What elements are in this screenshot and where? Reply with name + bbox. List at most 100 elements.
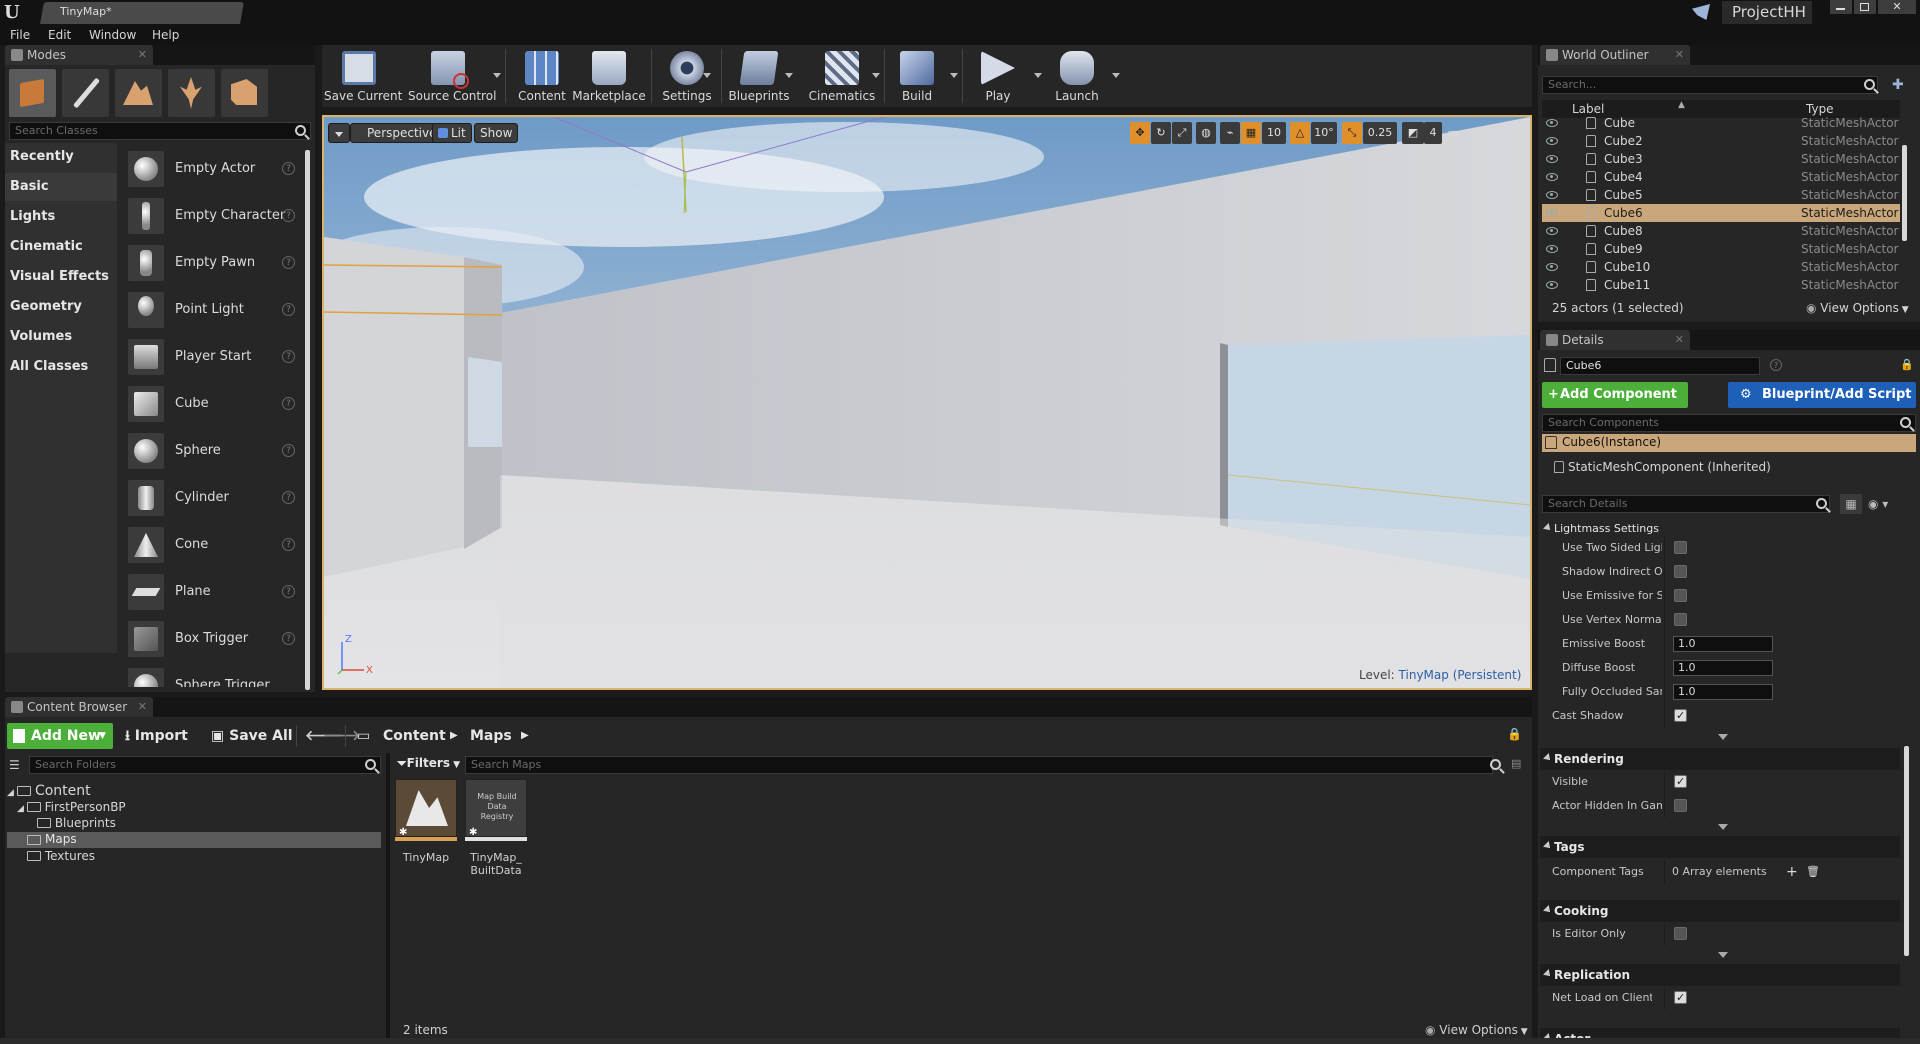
visibility-eye-icon[interactable] [1546,209,1558,217]
tree-maps[interactable]: Maps [7,832,381,848]
tree-firstpersonbp[interactable]: ◢ FirstPersonBP [17,800,126,814]
menu-edit[interactable]: Edit [48,26,71,44]
category-basic[interactable]: Basic [5,173,117,201]
close-icon[interactable]: ✕ [1675,330,1684,350]
visibility-eye-icon[interactable] [1546,119,1558,127]
actor-help-icon[interactable]: ? [1770,359,1782,371]
menu-window[interactable]: Window [89,26,136,44]
lit-view-mode-button[interactable]: Lit [432,123,472,143]
visible-checkbox[interactable] [1674,770,1687,794]
tree-content[interactable]: ◢ Content [7,783,91,799]
trash-icon[interactable]: 🗑 [1806,860,1820,884]
content-view-options-button[interactable]: ◉ View Options ▼ [1425,1023,1528,1037]
actor-hidden-in-game-checkbox[interactable] [1674,799,1687,812]
search-folders-input[interactable]: Search Folders [29,756,381,774]
place-item-empty-actor[interactable]: Empty Actor? [125,148,301,191]
source-control-status-icon[interactable] [1692,4,1710,20]
fully-occluded-field[interactable]: 1.0 [1673,684,1773,700]
help-icon[interactable]: ? [282,397,295,410]
help-icon[interactable]: ? [282,491,295,504]
blueprint-add-script-button[interactable]: ⚙ Blueprint/Add Script [1728,382,1916,408]
outliner-row-cube9[interactable]: Cube9 StaticMeshActor [1542,240,1900,258]
search-components-input[interactable]: Search Components [1542,414,1916,432]
forward-arrow-icon[interactable]: 🡒 [323,723,361,749]
component-row[interactable]: StaticMeshComponent (Inherited) [1542,456,1916,478]
cinematics-dropdown-icon[interactable] [872,73,880,78]
import-button[interactable]: ⭳ Import [125,723,188,749]
help-icon[interactable]: ? [282,585,295,598]
outliner-row-cube10[interactable]: Cube10 StaticMeshActor [1542,258,1900,276]
place-item-sphere-trigger[interactable]: Sphere Trigger [125,665,301,687]
search-classes-input[interactable]: Search Classes [9,122,311,140]
place-item-plane[interactable]: Plane? [125,571,301,614]
grid-snap-icon[interactable]: ▦ [1241,122,1261,144]
outliner-view-options-button[interactable]: ◉ View Options ▼ [1806,301,1909,315]
world-outliner-tab[interactable]: World Outliner ✕ [1540,45,1690,65]
search-maps-input[interactable]: Search Maps [465,756,1493,774]
add-element-icon[interactable]: + [1786,860,1798,884]
show-flags-button[interactable]: Show [474,123,519,143]
use-emissive-checkbox[interactable] [1674,589,1687,602]
advanced-expand-icon[interactable] [1718,824,1728,830]
visibility-eye-icon[interactable] [1546,281,1558,289]
visibility-eye-icon[interactable] [1546,173,1558,181]
place-item-box-trigger[interactable]: Box Trigger? [125,618,301,661]
lock-icon[interactable]: 🔒 [1900,358,1914,371]
camera-speed-value[interactable]: 4 [1424,122,1442,144]
outliner-row-cube[interactable]: Cube StaticMeshActor [1542,117,1900,132]
details-tab[interactable]: Details ✕ [1540,330,1690,350]
blueprints-dropdown-icon[interactable] [785,73,793,78]
sources-toggle-icon[interactable]: ☰ [9,758,23,772]
place-mode-button[interactable] [9,69,56,117]
foliage-mode-button[interactable] [168,69,215,117]
place-item-empty-pawn[interactable]: Empty Pawn? [125,242,301,285]
content-browser-tab[interactable]: Content Browser ✕ [5,697,153,717]
world-local-toggle-icon[interactable]: ◍ [1196,122,1216,144]
outliner-settings-icon[interactable]: ✚ [1892,77,1908,93]
category-volumes[interactable]: Volumes [5,323,117,351]
visibility-eye-icon[interactable] [1546,155,1558,163]
visibility-eye-icon[interactable] [1546,245,1558,253]
place-item-sphere[interactable]: Sphere? [125,430,301,473]
help-icon[interactable]: ? [282,350,295,363]
visibility-eye-icon[interactable] [1546,263,1558,271]
search-details-input[interactable]: Search Details [1542,495,1830,513]
blueprints-button[interactable]: Blueprints [724,47,794,105]
build-button[interactable]: Build [890,47,944,105]
content-button[interactable]: Content [512,47,572,105]
help-icon[interactable]: ? [282,444,295,457]
save-all-button[interactable]: ▣ Save All [211,723,293,749]
visibility-eye-icon[interactable] [1546,137,1558,145]
category-recently-placed[interactable]: Recently Placed [5,143,117,192]
outliner-row-cube11[interactable]: Cube11 StaticMeshActor [1542,276,1900,294]
paint-mode-button[interactable] [62,69,109,117]
rotation-snap-value[interactable]: 10° [1311,122,1337,144]
details-view-options-icon[interactable]: ◉ ▾ [1868,494,1902,514]
close-icon[interactable]: ✕ [138,697,147,717]
help-icon[interactable]: ? [282,303,295,316]
maximize-button[interactable] [1854,0,1876,14]
maximize-viewport-icon[interactable]: ▭ [1446,122,1460,144]
modes-scrollbar[interactable] [305,150,310,690]
camera-speed-icon[interactable]: ◩ [1402,122,1424,144]
place-item-empty-character[interactable]: Empty Character? [125,195,301,238]
source-control-button[interactable]: Source Control [408,47,496,105]
history-icon[interactable]: ▤ [1511,757,1521,770]
close-icon[interactable]: ✕ [138,45,147,65]
use-two-sided-light-checkbox[interactable] [1674,541,1687,554]
settings-dropdown-icon[interactable] [703,73,711,78]
category-all-classes[interactable]: All Classes [5,353,117,381]
tree-blueprints[interactable]: Blueprints [37,816,116,830]
outliner-row-cube6[interactable]: Cube6 StaticMeshActor [1542,204,1900,222]
rendering-section[interactable]: Rendering [1540,748,1900,770]
outliner-row-cube8[interactable]: Cube8 StaticMeshActor [1542,222,1900,240]
play-button[interactable]: Play [970,47,1026,105]
diffuse-boost-field[interactable]: 1.0 [1673,660,1773,676]
outliner-search-input[interactable]: Search... [1542,76,1878,94]
tree-textures[interactable]: Textures [27,849,95,863]
translate-tool-button[interactable]: ✥ [1130,122,1150,144]
perspective-button[interactable]: Perspective [350,123,443,143]
launch-dropdown-icon[interactable] [1112,73,1120,78]
help-icon[interactable]: ? [282,632,295,645]
help-icon[interactable]: ? [282,209,295,222]
